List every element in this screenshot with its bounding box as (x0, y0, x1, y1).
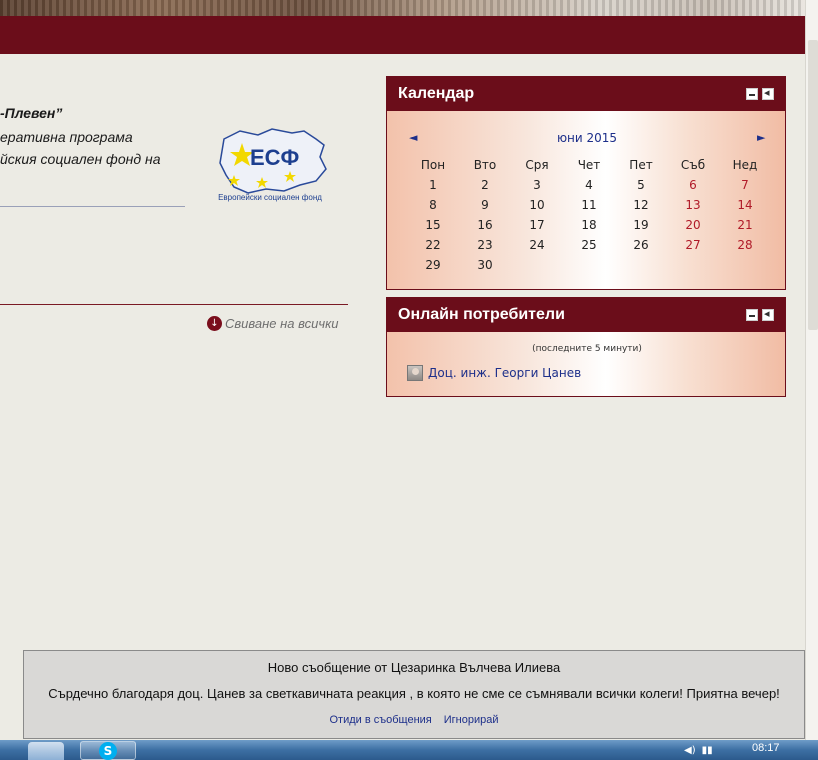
calendar-day-weekend[interactable]: 7 (719, 175, 771, 195)
weekday-header: Сря (525, 158, 549, 172)
calendar-next-month-button[interactable]: ► (757, 131, 765, 144)
calendar-day-weekend[interactable]: 27 (667, 235, 719, 255)
system-tray: ◀) ▮▮ (684, 745, 713, 756)
calendar-body: ◄ юни 2015 ► Пон Вто Сря Чет Пет Съб Нед… (387, 111, 785, 289)
calendar-day[interactable]: 4 (563, 175, 615, 195)
skype-taskbar-button[interactable]: S (80, 741, 136, 760)
online-users-block-header: Онлайн потребители (387, 298, 785, 332)
calendar-day[interactable]: 16 (459, 215, 511, 235)
message-notification-popup: Ново съобщение от Цезаринка Вълчева Илие… (23, 650, 805, 739)
minimize-icon[interactable] (746, 88, 758, 100)
calendar-day[interactable]: 8 (407, 195, 459, 215)
go-to-messages-link[interactable]: Отиди в съобщения (329, 714, 431, 726)
dock-icon[interactable] (762, 307, 774, 321)
notification-actions: Отиди в съобщения Игнорирай (24, 714, 804, 726)
notification-title: Ново съобщение от Цезаринка Вълчева Илие… (267, 660, 561, 675)
online-users-timeframe-note: (последните 5 минути) (532, 344, 642, 354)
calendar-day-weekend[interactable]: 14 (719, 195, 771, 215)
weekday-header: Пон (420, 158, 446, 172)
esf-logo-caption: Европейски социален фонд (218, 193, 322, 202)
ignore-link[interactable]: Игнорирай (444, 714, 499, 726)
calendar-block-title: Календар (398, 85, 475, 102)
calendar-day[interactable]: 30 (459, 255, 511, 275)
calendar-day[interactable]: 12 (615, 195, 667, 215)
volume-icon[interactable]: ◀) (684, 745, 696, 756)
arrow-down-circle-icon: ↓ (207, 316, 222, 331)
taskbar-app-icon[interactable] (28, 742, 64, 760)
header-banner-image (0, 0, 805, 16)
calendar-day[interactable]: 11 (563, 195, 615, 215)
calendar-month-link[interactable]: юни 2015 (387, 131, 787, 145)
weekday-header: Пет (629, 158, 653, 172)
calendar-day-weekend[interactable]: 21 (719, 215, 771, 235)
calendar-day-weekend[interactable]: 6 (667, 175, 719, 195)
weekday-header: Чет (577, 158, 601, 172)
calendar-day[interactable]: 17 (511, 215, 563, 235)
collapse-all-label: Свиване на всички (225, 316, 339, 331)
section-divider (0, 304, 348, 305)
calendar-day[interactable]: 1 (407, 175, 459, 195)
weekday-header: Съб (680, 158, 706, 172)
online-users-body: (последните 5 минути) Доц. инж. Георги Ц… (387, 332, 785, 396)
esf-logo-text: ЕСФ (250, 145, 300, 170)
content-divider (0, 206, 185, 207)
calendar-block-header: Календар (387, 77, 785, 111)
course-title: -Плевен” (0, 105, 63, 121)
calendar-day[interactable]: 10 (511, 195, 563, 215)
calendar-day[interactable]: 2 (459, 175, 511, 195)
weekday-header: Вто (473, 158, 497, 172)
calendar-block: Календар ◄ юни 2015 ► Пон Вто Сря Чет Пе… (386, 76, 786, 290)
online-users-block-title: Онлайн потребители (398, 306, 565, 323)
online-users-block: Онлайн потребители (последните 5 минути)… (386, 297, 786, 397)
calendar-day-weekend[interactable]: 13 (667, 195, 719, 215)
calendar-grid: Пон Вто Сря Чет Пет Съб Нед 1 2 3 4 5 6 … (407, 155, 771, 275)
calendar-day[interactable]: 15 (407, 215, 459, 235)
minimize-icon[interactable] (746, 309, 758, 321)
online-users-block-controls (746, 307, 774, 321)
calendar-day[interactable]: 3 (511, 175, 563, 195)
calendar-day[interactable]: 26 (615, 235, 667, 255)
calendar-day[interactable]: 23 (459, 235, 511, 255)
collapse-all-link[interactable]: ↓ Свиване на всички (207, 316, 338, 331)
course-description-line-1: еративна програма (0, 129, 133, 145)
calendar-day[interactable]: 19 (615, 215, 667, 235)
dock-icon[interactable] (762, 86, 774, 100)
calendar-day-weekend[interactable]: 28 (719, 235, 771, 255)
calendar-day-weekend[interactable]: 20 (667, 215, 719, 235)
online-user-name-link[interactable]: Доц. инж. Георги Цанев (428, 366, 581, 380)
taskbar-clock[interactable]: 08:17 (752, 742, 780, 754)
header-bar (0, 16, 805, 54)
calendar-day[interactable]: 9 (459, 195, 511, 215)
weekday-header: Нед (732, 158, 758, 172)
calendar-day[interactable]: 22 (407, 235, 459, 255)
online-user-item[interactable]: Доц. инж. Георги Цанев (407, 365, 581, 381)
calendar-day[interactable]: 18 (563, 215, 615, 235)
calendar-day[interactable]: 25 (563, 235, 615, 255)
course-description-line-2: йския социален фонд на (0, 151, 161, 167)
calendar-day[interactable]: 24 (511, 235, 563, 255)
scrollbar-thumb[interactable] (808, 40, 818, 330)
calendar-block-controls (746, 86, 774, 100)
calendar-day[interactable]: 5 (615, 175, 667, 195)
network-icon[interactable]: ▮▮ (702, 745, 713, 756)
skype-icon: S (99, 741, 117, 760)
avatar (407, 365, 423, 381)
notification-message: Сърдечно благодаря доц. Цанев за светкав… (48, 686, 780, 701)
calendar-day[interactable]: 29 (407, 255, 459, 275)
